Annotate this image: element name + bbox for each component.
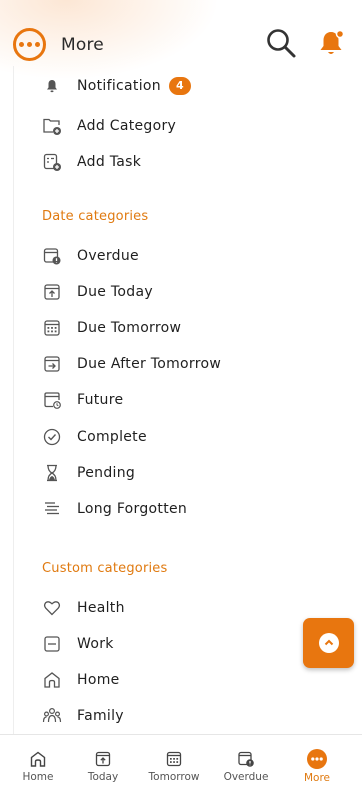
category-item-family[interactable]: Family	[42, 703, 124, 729]
category-item-due-tomorrow[interactable]: Due Tomorrow	[42, 315, 181, 341]
category-item-long-forgotten[interactable]: Long Forgotten	[42, 496, 187, 522]
menu-item-add-category[interactable]: Add Category	[42, 113, 176, 139]
folder-add-icon	[42, 116, 62, 136]
people-group-icon	[42, 706, 62, 726]
section-title-custom-categories: Custom categories	[42, 561, 168, 576]
category-item-overdue[interactable]: Overdue	[42, 243, 139, 269]
calendar-alert-icon	[42, 246, 62, 266]
calendar-arrow-icon	[42, 354, 62, 374]
section-title-date-categories: Date categories	[42, 209, 149, 224]
heart-icon	[42, 598, 62, 618]
calendar-grid-icon	[165, 750, 183, 768]
work-box-icon	[42, 634, 62, 654]
nav-label: Tomorrow	[148, 771, 200, 783]
more-icon[interactable]	[13, 28, 46, 61]
nav-tomorrow[interactable]: Tomorrow	[139, 735, 209, 796]
category-item-work[interactable]: Work	[42, 631, 114, 657]
category-item-complete[interactable]: Complete	[42, 424, 147, 450]
category-label: Due After Tomorrow	[77, 356, 222, 372]
category-item-due-after-tomorrow[interactable]: Due After Tomorrow	[42, 351, 221, 377]
category-item-health[interactable]: Health	[42, 595, 125, 621]
nav-overdue[interactable]: Overdue	[211, 735, 281, 796]
category-label: Due Tomorrow	[77, 320, 182, 336]
chevron-up-icon	[318, 633, 339, 653]
calendar-grid-icon	[42, 318, 62, 338]
calendar-today-icon	[94, 750, 112, 768]
bottom-navigation-bar: Home Today Tomorrow Overdue More	[0, 734, 362, 796]
nav-label: Today	[87, 771, 119, 783]
category-item-home[interactable]: Home	[42, 667, 120, 693]
category-label: Pending	[77, 465, 136, 481]
category-label: Long Forgotten	[77, 501, 188, 517]
more-icon	[306, 748, 328, 770]
nav-label: More	[303, 772, 331, 784]
house-icon	[42, 670, 62, 690]
home-icon	[29, 750, 47, 768]
category-label: Future	[77, 392, 124, 408]
menu-item-label: Notification	[77, 78, 161, 94]
bell-icon	[42, 76, 62, 96]
page-title: More	[61, 35, 104, 55]
notification-bell-icon[interactable]	[316, 28, 346, 58]
category-item-due-today[interactable]: Due Today	[42, 279, 153, 305]
category-item-pending[interactable]: Pending	[42, 460, 135, 486]
category-label: Complete	[77, 429, 147, 445]
calendar-today-icon	[42, 282, 62, 302]
notification-count-badge: 4	[168, 77, 191, 95]
category-label: Due Today	[77, 284, 153, 300]
scroll-to-top-button[interactable]	[303, 618, 354, 668]
menu-item-label: Add Category	[77, 118, 177, 134]
more-menu-panel: Notification 4 Add Category Add Task Dat…	[13, 66, 350, 734]
menu-item-add-task[interactable]: Add Task	[42, 149, 141, 175]
nav-home[interactable]: Home	[3, 735, 73, 796]
search-icon[interactable]	[265, 27, 297, 59]
category-item-future[interactable]: Future	[42, 387, 123, 413]
category-label: Family	[77, 708, 124, 724]
calendar-alert-icon	[237, 750, 255, 768]
category-label: Home	[77, 672, 120, 688]
category-label: Health	[77, 600, 125, 616]
menu-item-label: Add Task	[77, 154, 142, 170]
calendar-future-icon	[42, 390, 62, 410]
nav-today[interactable]: Today	[68, 735, 138, 796]
nav-more[interactable]: More	[282, 735, 352, 796]
category-label: Work	[77, 636, 114, 652]
nav-label: Home	[22, 771, 54, 783]
category-label: Overdue	[77, 248, 139, 264]
task-add-icon	[42, 152, 62, 172]
list-lines-icon	[42, 499, 62, 519]
check-circle-icon	[42, 427, 62, 447]
hourglass-icon	[42, 463, 62, 483]
menu-item-notification[interactable]: Notification 4	[42, 73, 191, 99]
nav-label: Overdue	[223, 771, 269, 783]
